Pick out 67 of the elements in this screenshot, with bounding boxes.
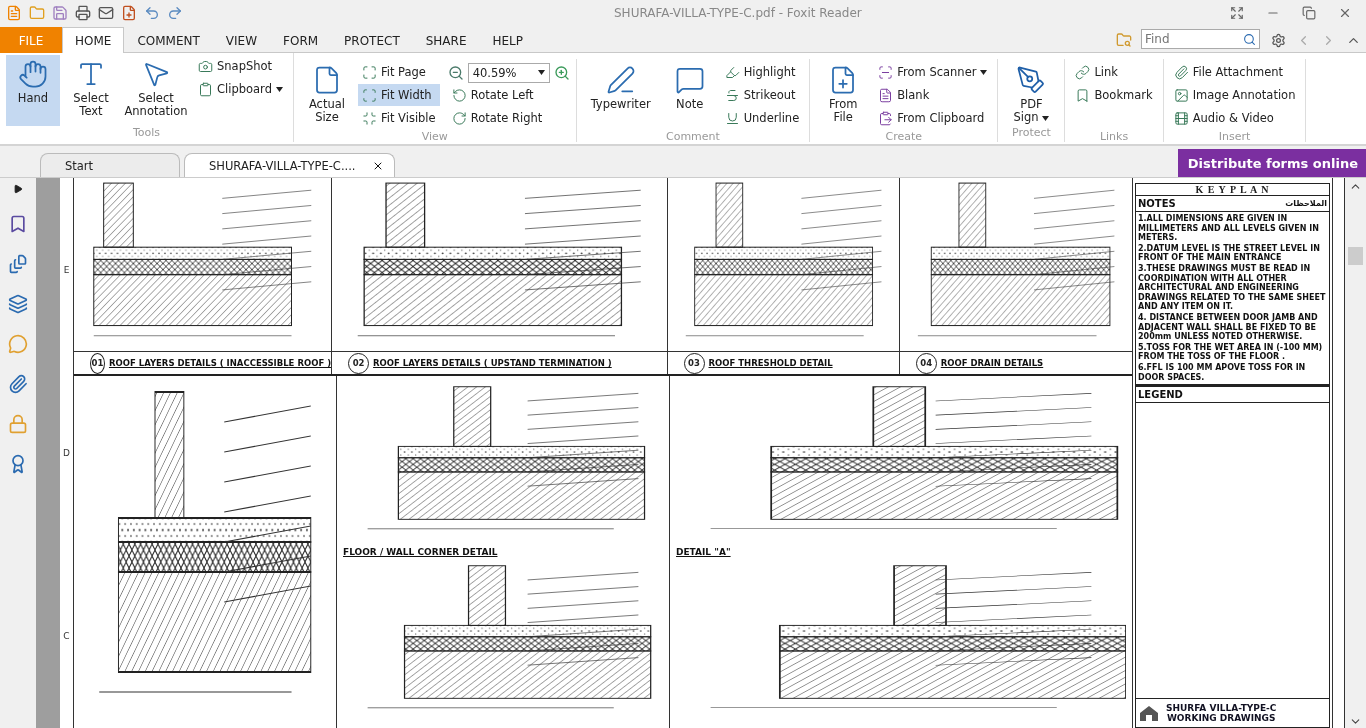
legend-title: LEGEND (1138, 389, 1183, 401)
project-subtitle: WORKING DRAWINGS (1166, 713, 1276, 723)
ribbon-button[interactable]: Fit Visible (357, 107, 440, 129)
ribbon-button[interactable]: File Attachment (1169, 61, 1300, 83)
menu-tab[interactable]: COMMENT (124, 27, 213, 53)
project-title: SHURFA VILLA-TYPE-C (1166, 703, 1277, 713)
document-tab[interactable]: Start (40, 153, 180, 177)
ribbon-button[interactable]: Highlight (720, 61, 804, 83)
ribbon-button[interactable]: Audio & Video (1169, 107, 1300, 129)
ribbon-button[interactable]: Rotate Right (447, 107, 570, 129)
menu-tab[interactable]: FORM (270, 27, 332, 53)
detail-title: ROOF LAYERS DETAILS ( UPSTAND TERMINATION ) (373, 358, 612, 368)
notes-title: الملاحظات (1285, 199, 1327, 208)
document-tab[interactable]: SHURAFA-VILLA-TYPE-C.... (184, 153, 395, 177)
note-text: 3.THESE DRAWINGS MUST BE READ IN COORDINATION WITH ALL OTHER ARCHITECTURAL AND ENGINEERING DRAWINGS RELATED TO THE SAME SHEET AND ANY ITEM ON IT. (1138, 263, 1327, 312)
group-label: Links (1098, 130, 1130, 143)
group-label: Comment (665, 130, 721, 143)
ribbon-button[interactable]: SnapShot (194, 55, 287, 77)
ribbon-button[interactable]: Underline (720, 107, 804, 129)
menu-tab[interactable]: SHARE (412, 27, 480, 53)
ribbon-button[interactable]: Actual Size (299, 61, 354, 130)
detail-title: ROOF LAYERS DETAILS ( INACCESSIBLE ROOF ) (108, 358, 332, 368)
ribbon-button[interactable]: From File (816, 61, 871, 130)
group-label: Create (884, 130, 924, 143)
notes-title: NOTES (1138, 198, 1176, 209)
ribbon-button[interactable]: From Clipboard (874, 107, 992, 129)
window-title: SHURAFA-VILLA-TYPE-C.pdf - Foxit Reader (614, 6, 863, 20)
ribbon-button[interactable]: Hand (6, 55, 60, 126)
search-field[interactable]: Find (1141, 29, 1260, 49)
note-text: 2.DATUM LEVEL IS THE STREET LEVEL IN FRONT OF THE MAIN ENTRANCE (1138, 243, 1321, 263)
group-label: Protect (1011, 126, 1052, 141)
ribbon-button[interactable]: Blank (874, 84, 992, 106)
ribbon-button[interactable]: Note (662, 61, 717, 130)
detail-title: ROOF DRAIN DETAILS (940, 358, 1044, 368)
note-text: 4. DISTANCE BETWEEN DOOR JAMB AND ADJACENT WALL SHALL BE FIXED TO BE 200mm UNLESS NOTED OTHERWISE. (1138, 312, 1319, 342)
ribbon-button[interactable]: Rotate Left (447, 84, 570, 106)
ribbon-button[interactable]: Image Annotation (1169, 84, 1300, 106)
keyplan-title: K E Y P L A N (1135, 183, 1330, 196)
menu-tab[interactable]: HOME (62, 27, 125, 53)
detail-title: DETAIL "A" (676, 547, 732, 557)
note-text: 6.FFL IS 100 MM APOVE TOSS FOR IN DOOR SPACES. (1138, 362, 1307, 383)
group-label: Insert (1217, 130, 1252, 143)
group-label: View (420, 130, 449, 143)
group-label: Tools (131, 126, 161, 141)
ribbon-button[interactable]: Fit Width (357, 84, 440, 106)
ribbon-button[interactable]: PDF Sign (1004, 61, 1059, 126)
ribbon-button[interactable]: Fit Page (357, 61, 440, 83)
note-text: 5.TOSS FOR THE WET AREA IN (-100 MM) FROM THE TOSS OF THE FLOOR . (1138, 342, 1324, 362)
ribbon-button[interactable]: Clipboard (194, 78, 287, 100)
detail-title: FLOOR / WALL CORNER DETAIL (343, 547, 499, 557)
menu-tab[interactable]: PROTECT (331, 27, 413, 53)
grid-mark: C (63, 631, 70, 642)
ribbon-button[interactable]: Select Text (64, 55, 118, 126)
ribbon-button[interactable]: Strikeout (720, 84, 804, 106)
menu-tab[interactable]: VIEW (212, 27, 271, 53)
ribbon-button[interactable]: Select Annotation (122, 55, 190, 126)
ribbon-button[interactable]: Bookmark (1071, 84, 1157, 106)
menu-tab[interactable]: HELP (479, 27, 537, 53)
promo-banner[interactable]: Distribute forms online (1177, 149, 1366, 177)
grid-mark: D (63, 448, 70, 458)
ribbon-button[interactable]: Typewriter (582, 61, 659, 130)
zoom-field[interactable]: 40.59% (467, 62, 550, 83)
detail-title: ROOF THRESHOLD DETAIL (708, 358, 833, 368)
ribbon-button[interactable]: From Scanner (874, 61, 992, 83)
note-text: 1.ALL DIMENSIONS ARE GIVEN IN MILLIMETERS AND ALL LEVELS GIVEN IN METERS. (1138, 214, 1320, 243)
ribbon-button[interactable]: Link (1071, 61, 1157, 83)
grid-mark: E (63, 264, 70, 275)
